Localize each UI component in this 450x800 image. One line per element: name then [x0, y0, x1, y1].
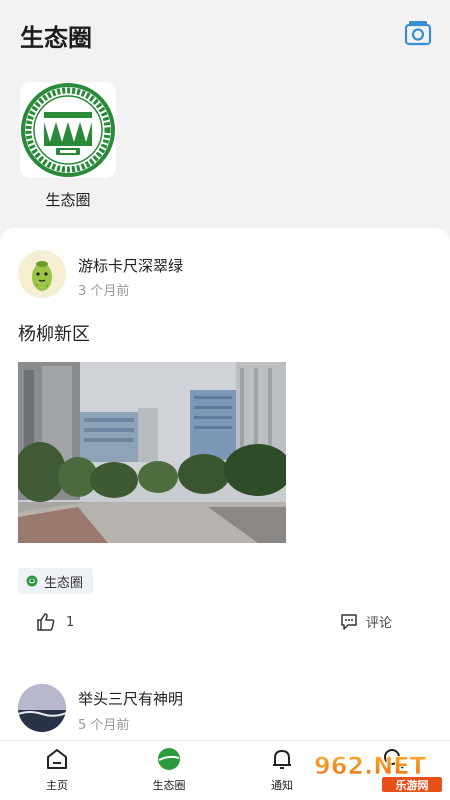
post-time: 5 个月前	[78, 718, 130, 733]
comment-button[interactable]: 评论	[340, 612, 392, 631]
watermark-text: 962.NET	[314, 752, 427, 780]
like-button[interactable]: 1	[36, 612, 74, 632]
tab-label: 主页	[46, 779, 68, 792]
circle-label: 生态圈	[45, 191, 91, 209]
bell-icon	[273, 750, 291, 769]
home-icon	[47, 749, 67, 769]
circle-item-ecosphere[interactable]	[20, 82, 116, 178]
watermark: 962.NET 乐游网	[310, 748, 446, 794]
camera-icon[interactable]	[404, 20, 432, 46]
watermark-subtext: 乐游网	[396, 778, 429, 792]
comment-label: 评论	[366, 616, 393, 631]
feed: 游标卡尺深翠绿 3 个月前 杨柳新区 生态圈 1 评论 举头三尺有神明 5 个月…	[0, 228, 450, 748]
post-tag[interactable]: 生态圈	[18, 568, 94, 594]
ecosphere-icon	[158, 748, 180, 770]
post-image[interactable]	[18, 362, 286, 543]
tab-home[interactable]: 主页	[17, 741, 97, 800]
school-logo	[21, 83, 115, 177]
app-header: 生态圈	[0, 0, 450, 70]
post-text: 杨柳新区	[18, 324, 90, 345]
tab-ecosphere[interactable]: 生态圈	[129, 741, 209, 800]
circle-list: 生态圈	[0, 70, 450, 230]
ecosphere-tag-icon	[26, 575, 38, 587]
page-title: 生态圈	[20, 24, 92, 52]
avatar[interactable]	[18, 684, 66, 732]
tag-label: 生态圈	[44, 575, 84, 591]
post-author[interactable]: 游标卡尺深翠绿	[78, 255, 183, 276]
post-time: 3 个月前	[78, 284, 130, 299]
thumbs-up-icon	[37, 613, 55, 631]
comment-icon	[341, 613, 357, 630]
post-author[interactable]: 举头三尺有神明	[78, 688, 183, 709]
avatar[interactable]	[18, 250, 66, 298]
like-count: 1	[66, 614, 75, 630]
tab-label: 生态圈	[152, 779, 186, 792]
